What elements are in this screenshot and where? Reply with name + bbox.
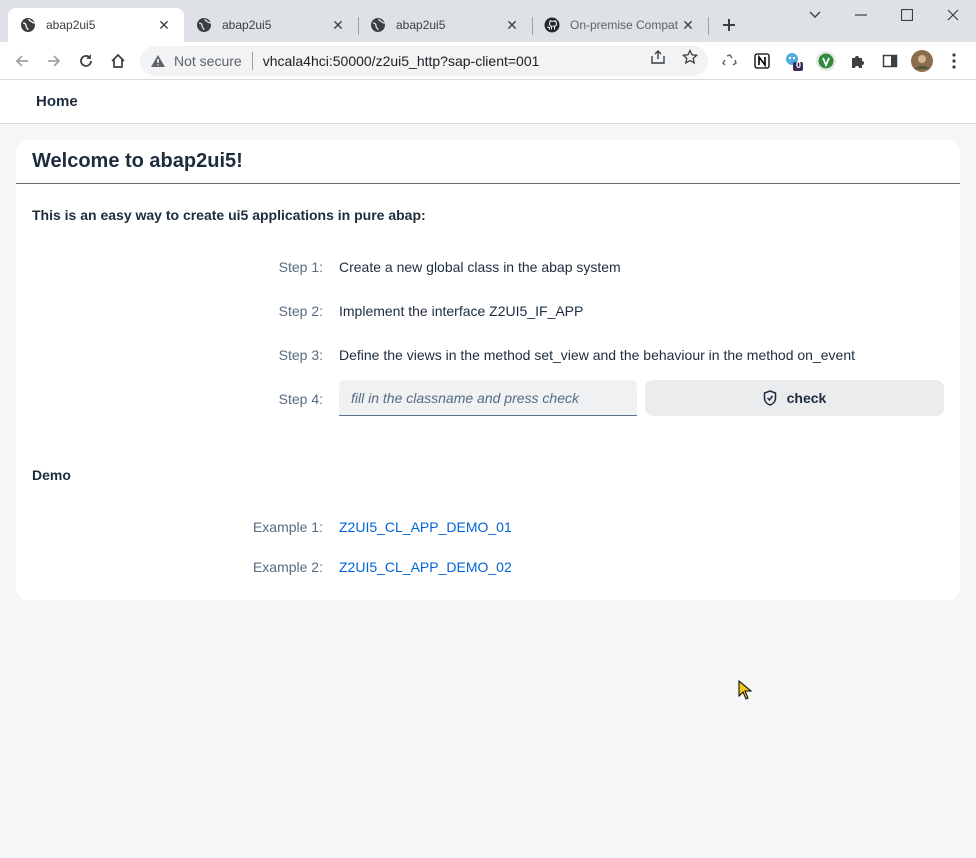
close-window-button[interactable] — [930, 4, 976, 26]
browser-tab-3[interactable]: abap2ui5 ✕ — [358, 8, 532, 42]
home-title[interactable]: Home — [36, 93, 78, 110]
browser-tab-bar: abap2ui5 ✕ abap2ui5 ✕ abap2ui5 ✕ On-prem… — [0, 0, 976, 42]
example-2-link[interactable]: Z2UI5_CL_APP_DEMO_02 — [339, 559, 512, 575]
url-text[interactable]: vhcala4hci:50000/z2ui5_http?sap-client=0… — [263, 53, 540, 69]
new-tab-button[interactable] — [718, 14, 740, 36]
close-tab-icon[interactable]: ✕ — [680, 17, 696, 33]
omnibox-divider — [251, 52, 253, 70]
puzzle-extensions-icon[interactable] — [846, 49, 870, 73]
reload-button[interactable] — [74, 49, 98, 73]
tab-title: abap2ui5 — [46, 18, 96, 32]
browser-tab-2[interactable]: abap2ui5 ✕ — [184, 8, 358, 42]
check-button-label: check — [786, 390, 827, 406]
mouse-cursor-icon — [738, 680, 752, 700]
welcome-panel: Welcome to abap2ui5! This is an easy way… — [16, 140, 960, 600]
browser-tab-4[interactable]: On-premise Compat ✕ — [532, 8, 708, 42]
recycle-extension-icon[interactable] — [718, 49, 742, 73]
classname-input-wrapper[interactable] — [339, 380, 637, 416]
step-3-label: Step 3: — [278, 347, 323, 363]
app-shell-bar: Home — [0, 80, 976, 124]
globe-icon — [20, 17, 36, 33]
bookmark-star-icon[interactable] — [682, 49, 698, 65]
step-3-text: Define the views in the method set_view … — [339, 347, 855, 363]
back-button[interactable] — [10, 49, 34, 73]
maximize-button[interactable] — [884, 4, 930, 26]
panel-title-divider — [16, 183, 960, 184]
close-tab-icon[interactable]: ✕ — [156, 17, 172, 33]
share-icon[interactable] — [650, 49, 666, 65]
page-content: Welcome to abap2ui5! This is an easy way… — [0, 124, 976, 858]
step-1-text: Create a new global class in the abap sy… — [339, 259, 621, 275]
tab-title: abap2ui5 — [222, 18, 272, 32]
globe-icon — [196, 17, 212, 33]
tab-separator — [708, 17, 709, 35]
example-1-label: Example 1: — [252, 519, 323, 535]
step-2-label: Step 2: — [278, 303, 323, 319]
security-label[interactable]: Not secure — [174, 53, 242, 69]
tab-search-button[interactable] — [792, 4, 838, 26]
notion-icon[interactable] — [750, 49, 774, 73]
browser-menu-icon[interactable] — [942, 49, 966, 73]
forward-button[interactable] — [42, 49, 66, 73]
classname-input[interactable] — [351, 389, 637, 406]
shield-check-icon — [763, 390, 779, 406]
panel-title: Welcome to abap2ui5! — [32, 150, 243, 172]
home-button[interactable] — [106, 49, 130, 73]
step-2-text: Implement the interface Z2UI5_IF_APP — [339, 303, 584, 319]
demo-heading: Demo — [32, 467, 71, 483]
example-2-label: Example 2: — [252, 559, 323, 575]
example-1-link[interactable]: Z2UI5_CL_APP_DEMO_01 — [339, 519, 512, 535]
shield-extension-icon[interactable] — [814, 49, 838, 73]
tab-title: abap2ui5 — [396, 18, 446, 32]
minimize-button[interactable] — [838, 4, 884, 26]
globe-icon — [370, 17, 386, 33]
extension-badge-count: 0 — [796, 60, 802, 70]
extension-badge-icon[interactable]: 0 — [782, 49, 806, 73]
warning-icon[interactable] — [150, 53, 166, 69]
address-bar[interactable]: Not secure vhcala4hci:50000/z2ui5_http?s… — [140, 46, 708, 76]
close-tab-icon[interactable]: ✕ — [504, 17, 520, 33]
side-panel-icon[interactable] — [878, 49, 902, 73]
tab-title: On-premise Compat — [570, 18, 679, 32]
github-icon — [544, 17, 560, 33]
intro-text: This is an easy way to create ui5 applic… — [32, 207, 426, 223]
browser-toolbar: Not secure vhcala4hci:50000/z2ui5_http?s… — [0, 42, 976, 80]
avatar[interactable] — [910, 49, 934, 73]
check-button[interactable]: check — [645, 380, 944, 416]
browser-tab-1[interactable]: abap2ui5 ✕ — [8, 8, 184, 42]
step-1-label: Step 1: — [278, 259, 323, 275]
close-tab-icon[interactable]: ✕ — [330, 17, 346, 33]
step-4-label: Step 4: — [278, 391, 323, 407]
